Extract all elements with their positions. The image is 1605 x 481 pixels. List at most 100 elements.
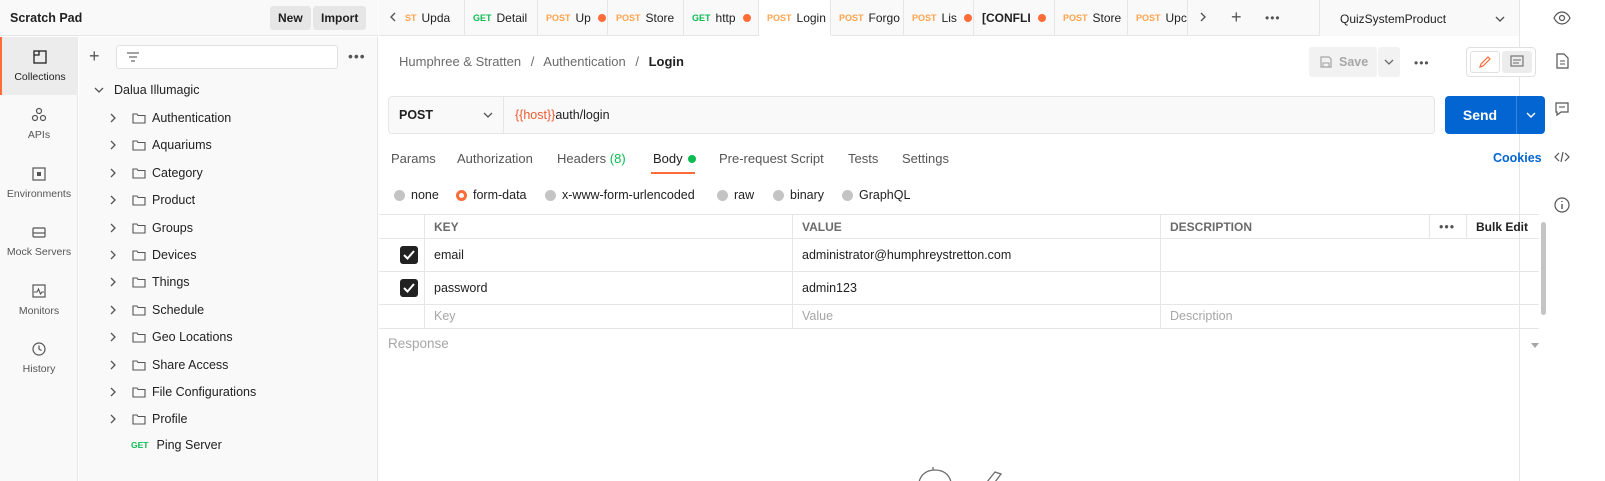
chevron-down-icon[interactable] [1525, 109, 1537, 121]
folder-item[interactable]: Aquariums [79, 131, 378, 159]
method-select[interactable]: POST [389, 97, 504, 133]
folder-item[interactable]: Things [79, 268, 378, 296]
request-more-icon[interactable]: ••• [1414, 56, 1430, 70]
key-placeholder-input[interactable]: Key [424, 304, 792, 328]
save-button[interactable]: Save [1309, 47, 1377, 77]
url-input[interactable]: {{host}}auth/login [515, 108, 610, 122]
folder-item[interactable]: Geo Locations [79, 323, 378, 351]
table-scrollbar[interactable] [1541, 222, 1546, 315]
tabs-more-icon[interactable]: ••• [1265, 11, 1281, 25]
radio-icon [456, 189, 467, 201]
filter-input[interactable] [116, 45, 338, 69]
tab-params[interactable]: Params [391, 151, 436, 166]
rail-item-mock-servers[interactable]: Mock Servers [0, 212, 78, 270]
tab-pre-request-script[interactable]: Pre-request Script [719, 151, 824, 166]
request-tab[interactable]: POST Store [1055, 0, 1128, 36]
chevron-right-icon [110, 195, 116, 205]
environment-selector[interactable]: QuizSystemProduct [1319, 0, 1519, 36]
request-tab[interactable]: POST Store [608, 0, 684, 36]
edit-doc-toggle [1466, 47, 1536, 77]
info-icon[interactable] [1553, 196, 1571, 214]
row-enabled-checkbox[interactable] [400, 246, 418, 264]
body-type-form-data[interactable]: form-data [456, 188, 527, 202]
table-more-icon[interactable]: ••• [1429, 215, 1463, 238]
request-tab[interactable]: POST Up [538, 0, 608, 36]
comment-icon [1510, 55, 1524, 67]
body-type-none[interactable]: none [394, 188, 439, 202]
add-collection-button[interactable]: + [89, 47, 100, 65]
body-type-graphql[interactable]: GraphQL [842, 188, 910, 202]
rail-item-history[interactable]: History [0, 329, 78, 387]
eye-icon[interactable] [1553, 9, 1571, 27]
request-tab[interactable]: [CONFLI [974, 0, 1055, 36]
folder-item[interactable]: Authentication [79, 104, 378, 132]
folder-item[interactable]: Product [79, 186, 378, 214]
folder-item[interactable]: Groups [79, 214, 378, 242]
rail-item-apis[interactable]: APIs [0, 95, 78, 153]
request-tab[interactable]: GET Detail [465, 0, 538, 36]
request-tab[interactable]: POST Forgo [831, 0, 904, 36]
breadcrumb-separator: / [635, 54, 639, 69]
request-tab[interactable]: POST Login [759, 0, 831, 36]
caret-down-icon[interactable] [1530, 342, 1540, 350]
row-value[interactable]: admin123 [792, 272, 1160, 304]
folder-item[interactable]: Share Access [79, 351, 378, 379]
tab-authorization[interactable]: Authorization [457, 151, 533, 166]
body-type-x-www-form-urlencoded[interactable]: x-www-form-urlencoded [545, 188, 695, 202]
send-button[interactable]: Send [1445, 96, 1545, 134]
documentation-icon[interactable] [1553, 52, 1571, 70]
folder-item[interactable]: Schedule [79, 296, 378, 324]
row-enabled-checkbox[interactable] [400, 279, 418, 297]
method-value: POST [399, 108, 434, 122]
comments-icon[interactable] [1553, 100, 1571, 118]
folder-item[interactable]: File Configurations [79, 378, 378, 406]
body-type-raw[interactable]: raw [717, 188, 754, 202]
import-button[interactable]: Import [313, 6, 367, 30]
rail-item-collections[interactable]: Collections [0, 37, 78, 95]
doc-mode-button[interactable] [1502, 51, 1532, 73]
tab-body[interactable]: Body [653, 151, 696, 166]
code-icon[interactable] [1553, 148, 1571, 166]
row-key[interactable]: password [424, 272, 792, 304]
tab-settings[interactable]: Settings [902, 151, 949, 166]
folder-item[interactable]: Category [79, 159, 378, 187]
rail-item-monitors[interactable]: Monitors [0, 271, 78, 329]
active-tab-underline [651, 172, 695, 174]
folder-item[interactable]: Profile [79, 405, 378, 433]
chevron-right-icon [110, 140, 116, 150]
collection-name: Dalua Illumagic [114, 83, 200, 97]
value-placeholder-input[interactable]: Value [792, 304, 1160, 328]
description-placeholder-input[interactable]: Description [1160, 304, 1530, 328]
collection-item[interactable]: Dalua Illumagic [79, 76, 378, 104]
request-tab[interactable]: ST Upda [397, 0, 465, 36]
row-description[interactable] [1160, 239, 1530, 271]
folder-icon [132, 360, 146, 371]
row-key[interactable]: email [424, 239, 792, 271]
sidebar-more-icon[interactable]: ••• [348, 48, 366, 64]
row-value[interactable]: administrator@humphreystretton.com [792, 239, 1160, 271]
cookies-link[interactable]: Cookies [1493, 151, 1542, 165]
new-tab-button[interactable]: + [1231, 8, 1242, 26]
row-description[interactable] [1160, 272, 1530, 304]
tab-tests[interactable]: Tests [848, 151, 878, 166]
new-button[interactable]: New [270, 6, 311, 30]
request-tab[interactable]: POST Lis [904, 0, 974, 36]
request-item-ping-server[interactable]: GET Ping Server [79, 431, 378, 459]
edit-mode-button[interactable] [1470, 51, 1500, 73]
tab-headers[interactable]: Headers (8) [557, 151, 626, 166]
rail-item-environments[interactable]: Environments [0, 154, 78, 212]
request-tab[interactable]: POST Upc [1128, 0, 1188, 36]
folder-name: Product [152, 193, 196, 208]
bulk-edit-button[interactable]: Bulk Edit [1466, 215, 1536, 238]
scroll-tabs-right-icon[interactable] [1197, 11, 1209, 26]
breadcrumb-folder[interactable]: Authentication [543, 54, 625, 69]
tab-name: Store [1092, 11, 1122, 25]
save-options-button[interactable] [1378, 47, 1400, 77]
save-label: Save [1339, 55, 1369, 69]
folder-item[interactable]: Devices [79, 241, 378, 269]
tab-name: Forgo [868, 11, 900, 25]
body-type-binary[interactable]: binary [773, 188, 824, 202]
breadcrumb-workspace[interactable]: Humphree & Stratten [399, 54, 521, 69]
request-tab[interactable]: GET http [684, 0, 759, 36]
url-variable: {{host}} [515, 108, 556, 122]
